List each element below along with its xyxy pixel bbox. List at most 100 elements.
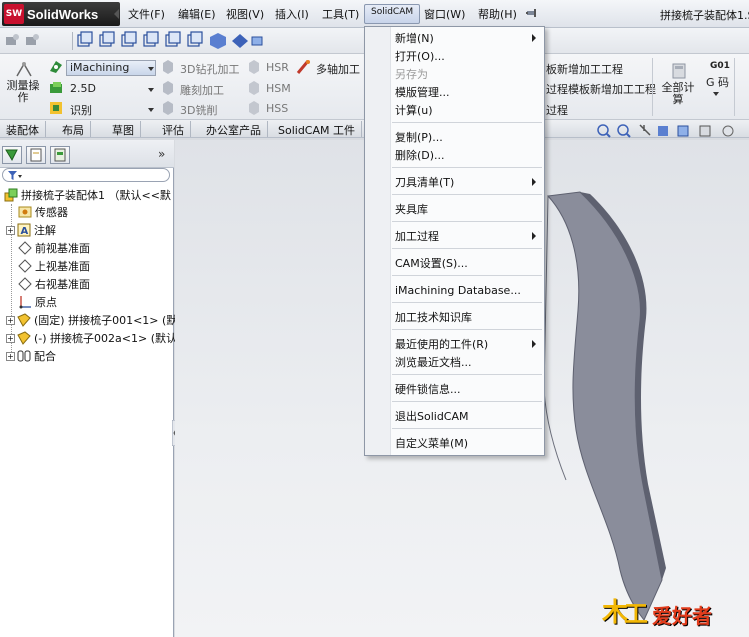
menu-help[interactable]: 帮助(H) — [476, 6, 519, 22]
tree-item-sensors[interactable]: 传感器 — [18, 203, 68, 221]
tree-item-origin[interactable]: 原点 — [18, 293, 57, 311]
gcode-label[interactable]: G 码 — [706, 74, 729, 90]
tree-item-front-plane[interactable]: 前视基准面 — [18, 239, 90, 257]
engrave-icon[interactable] — [160, 80, 176, 96]
menu-separator — [392, 167, 542, 168]
menu-solidcam[interactable]: SolidCAM — [364, 4, 421, 24]
comb-part-model[interactable] — [540, 190, 670, 630]
menu-item-open[interactable]: 打开(O)... — [395, 47, 540, 65]
process-template-new-label[interactable]: 过程模板新增加工工程 — [546, 81, 656, 97]
hss-label[interactable]: HSS — [266, 102, 288, 115]
tree-item-annotations[interactable]: + A 注解 — [6, 221, 56, 239]
view-orientation-icons[interactable] — [76, 31, 266, 51]
hsm-label[interactable]: HSM — [266, 82, 291, 95]
menu-view[interactable]: 视图(V) — [224, 6, 266, 22]
menu-item-imachining-database[interactable]: iMachining Database... — [395, 281, 540, 299]
calculate-all-icon[interactable] — [670, 62, 688, 80]
tab-evaluate[interactable]: 评估 — [156, 121, 191, 137]
hss-icon[interactable] — [246, 100, 262, 116]
expand-plus-icon[interactable]: + — [6, 351, 15, 361]
menu-item-machining-process[interactable]: 加工过程 — [395, 227, 540, 245]
tab-office[interactable]: 办公室产品 — [200, 121, 268, 137]
hsm-icon[interactable] — [246, 80, 262, 96]
menu-item-label: 计算(u) — [395, 104, 433, 117]
feature-tree-tab[interactable] — [2, 146, 22, 164]
property-manager-icon — [30, 148, 42, 162]
menu-item-new[interactable]: 新增(N) — [395, 29, 540, 47]
measure-tools-icon[interactable] — [4, 31, 44, 51]
identify-label[interactable]: 识别 — [70, 102, 92, 118]
measure-operation-label[interactable]: 测量操作 — [6, 80, 40, 104]
calculate-all-label[interactable]: 全部计算 — [660, 82, 696, 106]
expand-plus-icon[interactable]: + — [6, 315, 15, 325]
menu-item-customize-menu[interactable]: 自定义菜单(M) — [395, 434, 540, 452]
menu-item-label: 刀具清单(T) — [395, 176, 455, 189]
plane-icon — [18, 241, 32, 255]
menu-tools[interactable]: 工具(T) — [320, 6, 361, 22]
expand-panel-icon[interactable]: » — [158, 147, 165, 161]
heads-up-view-toolbar[interactable] — [596, 123, 746, 139]
tree-item-label: 配合 — [34, 350, 56, 363]
menu-item-label: 加工过程 — [395, 230, 439, 243]
tree-item-part-001[interactable]: + (固定) 拼接梳子001<1> (默 — [6, 311, 177, 329]
menu-item-dongle-info[interactable]: 硬件锁信息... — [395, 380, 540, 398]
menu-item-fixture-library[interactable]: 夹具库 — [395, 200, 540, 218]
tree-item-right-plane[interactable]: 右视基准面 — [18, 275, 90, 293]
menu-item-exit-solidcam[interactable]: 退出SolidCAM — [395, 407, 540, 425]
menu-item-copy[interactable]: 复制(P)... — [395, 128, 540, 146]
sw-logo-icon: SW — [4, 4, 24, 24]
imachining-label: iMachining — [70, 61, 130, 74]
tab-layout[interactable]: 布局 — [56, 121, 91, 137]
2-5d-label[interactable]: 2.5D — [70, 82, 96, 95]
measure-operation-icon[interactable] — [14, 60, 34, 80]
multiaxis-label[interactable]: 多轴加工 — [316, 61, 360, 77]
collapse-arrow-icon[interactable] — [114, 9, 119, 19]
menu-item-browse-recent[interactable]: 浏览最近文档... — [395, 353, 540, 371]
menu-item-knowledge-base[interactable]: 加工技术知识库 — [395, 308, 540, 326]
mill-3d-label[interactable]: 3D铣削 — [180, 102, 217, 118]
menu-file[interactable]: 文件(F) — [126, 6, 167, 22]
multiaxis-icon[interactable] — [296, 59, 312, 75]
2-5d-icon[interactable] — [48, 80, 64, 96]
menu-item-tool-list[interactable]: 刀具清单(T) — [395, 173, 540, 191]
config-manager-tab[interactable] — [50, 146, 70, 164]
menu-item-cam-settings[interactable]: CAM设置(S)... — [395, 254, 540, 272]
template-new-process-label[interactable]: 板新增加工工程 — [546, 61, 623, 77]
pin-icon[interactable] — [526, 8, 538, 18]
g01-label[interactable]: G01 — [710, 61, 730, 71]
identify-icon[interactable] — [48, 100, 64, 116]
menu-edit[interactable]: 编辑(E) — [176, 6, 218, 22]
engrave-label[interactable]: 雕刻加工 — [180, 82, 224, 98]
menu-item-delete[interactable]: 删除(D)... — [395, 146, 540, 164]
menu-separator — [392, 194, 542, 195]
part-icon — [17, 331, 31, 345]
tree-item-mates[interactable]: + 配合 — [6, 347, 56, 365]
tree-item-top-plane[interactable]: 上视基准面 — [18, 257, 90, 275]
menu-item-recent-parts[interactable]: 最近使用的工件(R) — [395, 335, 540, 353]
property-manager-tab[interactable] — [26, 146, 46, 164]
menu-insert[interactable]: 插入(I) — [273, 6, 311, 22]
mates-icon — [17, 350, 31, 362]
process-label[interactable]: 过程 — [546, 102, 568, 118]
drill-3d-label[interactable]: 3D钻孔加工 — [180, 61, 239, 77]
expand-plus-icon[interactable]: + — [6, 333, 15, 343]
menu-item-calculate[interactable]: 计算(u) — [395, 101, 540, 119]
menu-item-label: 硬件锁信息... — [395, 383, 461, 396]
menu-window[interactable]: 窗口(W) — [422, 6, 467, 22]
hsr-label[interactable]: HSR — [266, 61, 289, 74]
imachining-icon[interactable] — [48, 59, 64, 75]
solidworks-logo[interactable]: SW SolidWorks — [2, 2, 120, 26]
menu-item-template-manager[interactable]: 模版管理... — [395, 83, 540, 101]
filter-icon — [8, 171, 22, 180]
expand-plus-icon[interactable]: + — [6, 225, 15, 235]
tab-assembly[interactable]: 装配体 — [0, 121, 46, 137]
drill-3d-icon[interactable] — [160, 59, 176, 75]
tab-solidcam-part[interactable]: SolidCAM 工件 — [272, 121, 362, 137]
mill-3d-icon[interactable] — [160, 100, 176, 116]
tab-sketch[interactable]: 草图 — [106, 121, 141, 137]
menu-item-label: 自定义菜单(M) — [395, 437, 469, 450]
tree-item-part-002a[interactable]: + (-) 拼接梳子002a<1> (默认 — [6, 329, 177, 347]
tree-root[interactable]: 拼接梳子装配体1 （默认<<默 — [4, 186, 171, 204]
tree-filter[interactable] — [2, 168, 170, 182]
hsr-icon[interactable] — [246, 59, 262, 75]
